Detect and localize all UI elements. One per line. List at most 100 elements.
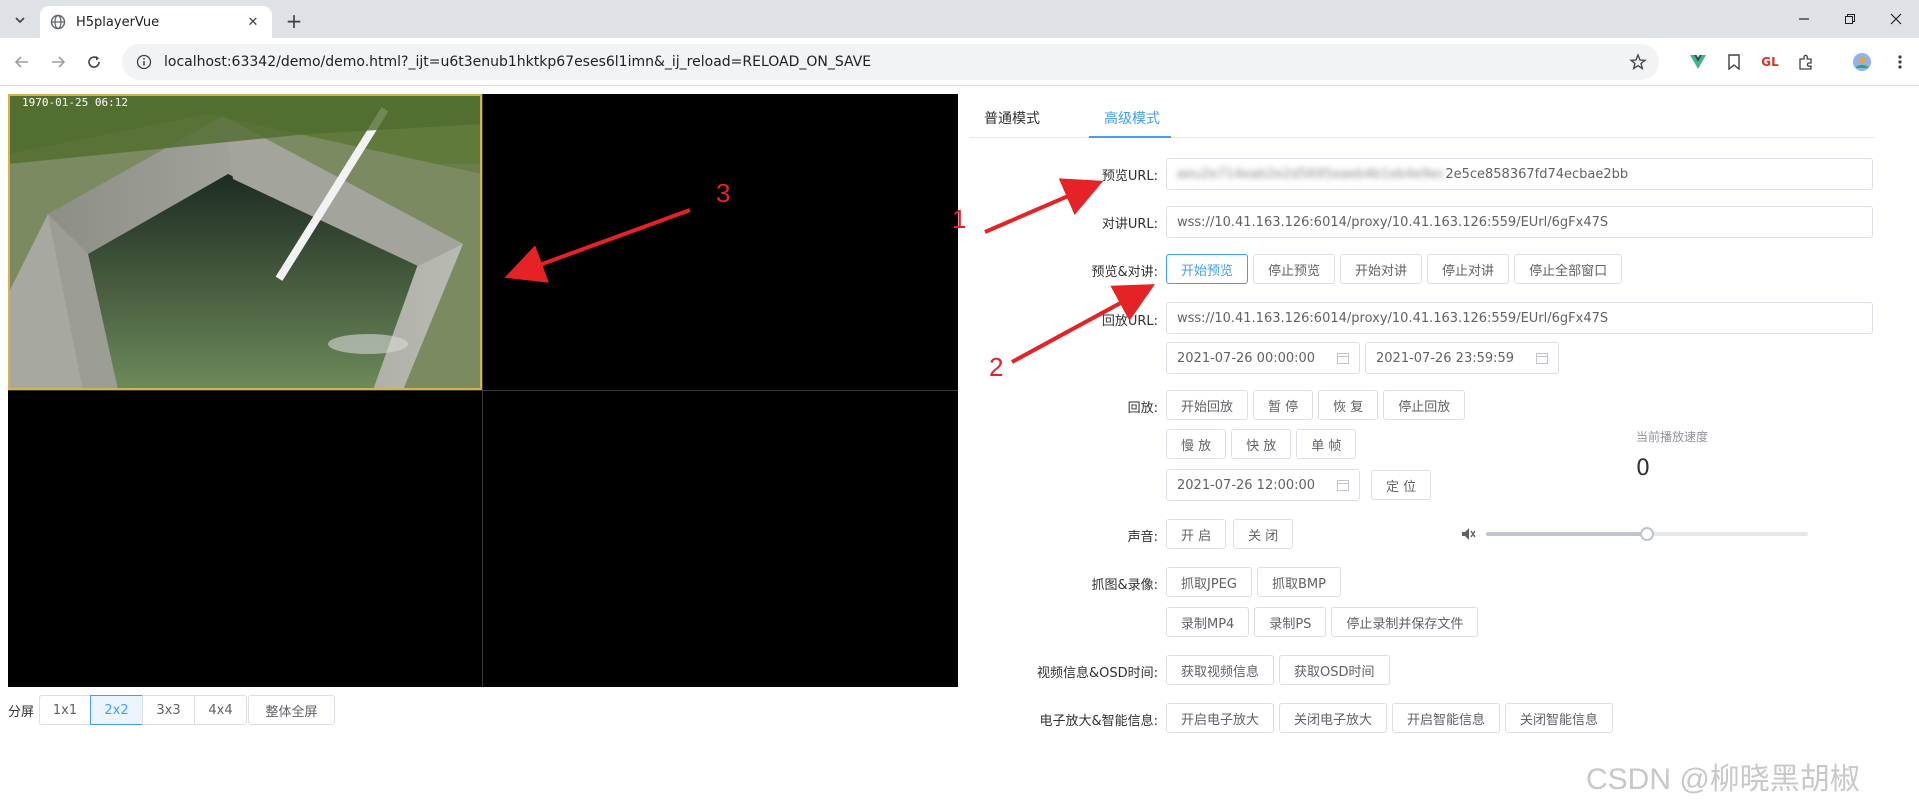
capture-bmp-button[interactable]: 抓取BMP [1256,567,1341,597]
url-text: localhost:63342/demo/demo.html?_ijt=u6t3… [164,54,872,70]
tab-search-icon[interactable] [8,8,32,32]
speed-buttons: 慢 放 快 放 单 帧 [1166,429,1357,459]
tab-advanced-mode[interactable]: 高级模式 [1104,108,1160,128]
stop-talk-button[interactable]: 停止对讲 [1427,254,1510,284]
reload-icon[interactable] [82,50,106,74]
speed-value: 0 [1636,456,1650,481]
playback-url-text: wss://10.41.163.126:6014/proxy/10.41.163… [1177,310,1609,326]
video-window-1[interactable]: 1970-01-25 06:12 [8,94,482,390]
preview-url-blurred: aeu2e714eab2e2d5695eaeb4b1eb4e9ec [1177,166,1446,182]
active-tab-indicator [1089,136,1171,138]
enable-zoom-button[interactable]: 开启电子放大 [1166,703,1275,733]
playback-buttons: 开始回放 暂 停 恢 复 停止回放 [1166,390,1466,420]
preview-url-text: 2e5ce858367fd74ecbae2bb [1445,166,1629,182]
info-label: 视频信息&OSD时间: [1036,666,1158,681]
browser-tab-bar: H5playerVue ✕ + [0,0,1919,38]
preview-url-label: 预览URL: [1101,169,1158,184]
calendar-icon [1337,353,1349,364]
close-window-icon[interactable] [1873,0,1919,38]
split-label: 分屏 [8,704,35,720]
globe-icon [50,14,66,30]
start-talk-button[interactable]: 开始对讲 [1340,254,1423,284]
playback-url-input[interactable]: wss://10.41.163.126:6014/proxy/10.41.163… [1166,302,1873,334]
speed-label: 当前播放速度 [1636,430,1709,444]
record-buttons: 录制MP4 录制PS 停止录制并保存文件 [1166,607,1479,637]
mute-icon[interactable] [1460,526,1476,542]
talk-url-input[interactable]: wss://10.41.163.126:6014/proxy/10.41.163… [1166,206,1873,238]
zoom-buttons: 开启电子放大 关闭电子放大 开启智能信息 关闭智能信息 [1166,703,1614,733]
stop-preview-button[interactable]: 停止预览 [1253,254,1336,284]
site-info-icon[interactable] [136,54,152,70]
disable-smart-info-button[interactable]: 关闭智能信息 [1505,703,1614,733]
more-menu-icon[interactable] [1888,50,1912,74]
osd-timestamp: 1970-01-25 06:12 [22,96,128,109]
playback-label: 回放: [1127,401,1158,416]
seek-date-picker[interactable]: 2021-07-26 12:00:00 [1166,469,1360,501]
seek-date-text: 2021-07-26 12:00:00 [1177,477,1316,493]
grid-divider-horizontal [8,390,958,391]
enable-smart-info-button[interactable]: 开启智能信息 [1392,703,1501,733]
fullscreen-all-button[interactable]: 整体全屏 [248,695,336,725]
disable-zoom-button[interactable]: 关闭电子放大 [1279,703,1388,733]
minimize-icon[interactable] [1781,0,1827,38]
new-tab-icon[interactable]: + [282,9,306,33]
video-window-2[interactable] [483,94,958,390]
volume-slider[interactable] [1486,527,1808,541]
resume-button[interactable]: 恢 复 [1318,390,1379,420]
record-mp4-button[interactable]: 录制MP4 [1166,607,1250,637]
pause-button[interactable]: 暂 停 [1253,390,1314,420]
restore-icon[interactable] [1827,0,1873,38]
record-ps-button[interactable]: 录制PS [1254,607,1327,637]
video-grid: 1970-01-25 06:12 [8,94,958,687]
extensions-puzzle-icon[interactable] [1794,50,1818,74]
vue-devtools-icon[interactable] [1686,50,1710,74]
start-preview-button[interactable]: 开始预览 [1166,254,1249,284]
preview-talk-buttons: 开始预览 停止预览 开始对讲 停止对讲 停止全部窗口 [1166,254,1623,284]
capture-label: 抓图&录像: [1091,578,1158,593]
stop-all-windows-button[interactable]: 停止全部窗口 [1514,254,1623,284]
stop-playback-button[interactable]: 停止回放 [1383,390,1466,420]
split-2x2-button[interactable]: 2x2 [90,695,144,725]
back-icon[interactable] [10,50,34,74]
preview-url-input[interactable]: aeu2e714eab2e2d5695eaeb4b1eb4e9ec 2e5ce8… [1166,158,1873,190]
mode-tabs: 普通模式 高级模式 [969,104,1874,138]
browser-tab[interactable]: H5playerVue ✕ [40,6,272,38]
get-osd-time-button[interactable]: 获取OSD时间 [1279,655,1390,685]
slow-play-button[interactable]: 慢 放 [1166,429,1227,459]
bookmark-icon[interactable] [1722,50,1746,74]
sound-on-button[interactable]: 开 启 [1166,519,1227,549]
playback-url-label: 回放URL: [1101,314,1158,329]
annotation-number-2: 2 [989,352,1004,382]
stop-record-save-button[interactable]: 停止录制并保存文件 [1331,607,1479,637]
forward-icon[interactable] [46,50,70,74]
video-window-3[interactable] [8,391,482,687]
gl-extension-icon[interactable]: GL [1758,50,1782,74]
volume-handle[interactable] [1640,527,1654,541]
video-window-4[interactable] [483,391,958,687]
split-screen-controls: 分屏 1x1 2x2 3x3 4x4 整体全屏 [8,694,336,726]
calendar-icon [1337,480,1349,491]
split-1x1-button[interactable]: 1x1 [39,695,92,725]
browser-toolbar: localhost:63342/demo/demo.html?_ijt=u6t3… [0,38,1919,86]
talk-url-label: 对讲URL: [1101,217,1158,232]
single-frame-button[interactable]: 单 帧 [1296,429,1357,459]
bookmark-star-icon[interactable] [1629,53,1647,71]
close-tab-icon[interactable]: ✕ [244,13,262,31]
address-bar[interactable]: localhost:63342/demo/demo.html?_ijt=u6t3… [122,44,1659,80]
get-video-info-button[interactable]: 获取视频信息 [1166,655,1275,685]
tab-title: H5playerVue [76,14,160,30]
start-date-picker[interactable]: 2021-07-26 00:00:00 [1166,342,1360,374]
start-playback-button[interactable]: 开始回放 [1166,390,1249,420]
sound-off-button[interactable]: 关 闭 [1233,519,1294,549]
video-frame-image [8,94,482,390]
fast-play-button[interactable]: 快 放 [1231,429,1292,459]
annotation-number-1: 1 [952,204,967,234]
capture-jpeg-button[interactable]: 抓取JPEG [1166,567,1252,597]
preview-talk-label: 预览&对讲: [1091,265,1158,280]
split-3x3-button[interactable]: 3x3 [142,695,196,725]
profile-avatar-icon[interactable] [1850,50,1874,74]
split-4x4-button[interactable]: 4x4 [194,695,248,725]
tab-normal-mode[interactable]: 普通模式 [984,108,1040,128]
end-date-picker[interactable]: 2021-07-26 23:59:59 [1365,342,1559,374]
seek-button[interactable]: 定 位 [1371,470,1432,500]
